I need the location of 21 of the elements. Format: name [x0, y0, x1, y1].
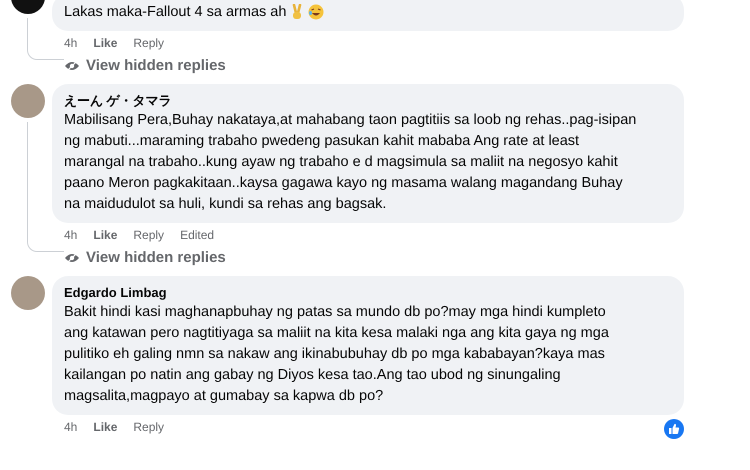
like-link[interactable]: Like: [93, 228, 118, 242]
like-link[interactable]: Like: [93, 36, 118, 50]
reply-link[interactable]: Reply: [133, 36, 164, 50]
comment-text: Bakit hindi kasi maghanapbuhay ng patas sa mundo db po?may mga hindi kumpleto ang katawan pero nagtitiyaga sa maliit na kita kesa malaki nga ang kita gaya ng mga pulitiko eh galing nmn sa nakaw ang ikinabubuhay db po mga kababayan?kaya mas kailangan po natin ang gabay ng Diyos kesa tao.Ang tao ubod ng sinungaling magsalita,magpayo at gumabay sa kapwa db po?: [64, 303, 609, 406]
reply-link[interactable]: Reply: [133, 420, 164, 434]
reply-link[interactable]: Reply: [133, 228, 164, 242]
comment-author[interactable]: えーん ゲ・タマラ: [64, 92, 672, 110]
eye-slash-icon: [64, 252, 80, 264]
comment-text: Mabilisang Pera,Buhay nakataya,at mahabang taon pagtitiis sa loob ng rehas..pag-isipan ng mabuti...maraming trabaho pwedeng pasukan kahit mababa Ang rate at least marangal na trabaho..kung ayaw ng trabaho e d magsimula sa maliit na negosyo kahit paano Meron pagkakitaan..kaysa gagawa kayo ng masama walang magandang Buhay na maidudulot sa huli, kundi sa rehas ang bagsak.: [64, 111, 636, 214]
laughing-face-icon: [308, 4, 324, 20]
comment-time[interactable]: 4h: [64, 228, 78, 242]
edited-label[interactable]: Edited: [180, 228, 214, 242]
like-link[interactable]: Like: [93, 420, 118, 434]
eye-slash-icon: [64, 60, 80, 72]
comment-text: Lakas maka-Fallout 4 sa armas ah: [64, 3, 286, 22]
view-hidden-replies-link[interactable]: View hidden replies: [64, 57, 226, 74]
comment-time[interactable]: 4h: [64, 420, 78, 434]
view-hidden-replies-link[interactable]: View hidden replies: [64, 249, 226, 266]
thumbs-up-icon: [664, 419, 684, 439]
comment-time[interactable]: 4h: [64, 36, 78, 50]
comment-author[interactable]: Edgardo Limbag: [64, 284, 672, 302]
